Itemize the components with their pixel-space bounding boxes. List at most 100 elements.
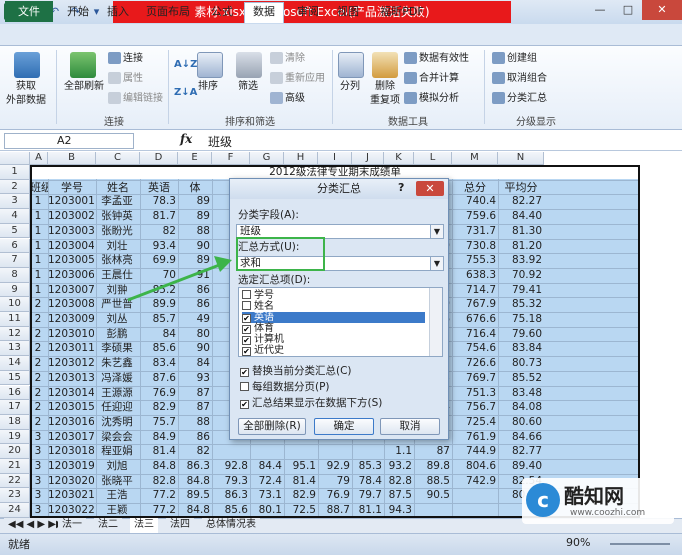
table-cell[interactable]: 78.3 xyxy=(140,195,176,208)
table-cell[interactable]: 82 xyxy=(178,445,210,458)
table-cell[interactable]: 85.6 xyxy=(212,504,248,517)
table-cell[interactable]: 80.1 xyxy=(250,504,282,517)
table-cell[interactable]: 94.3 xyxy=(384,504,412,517)
table-cell[interactable]: 82.8 xyxy=(140,475,176,488)
pagebreak-option[interactable]: 每组数据分页(P) xyxy=(240,381,330,394)
table-cell[interactable]: 82 xyxy=(140,225,176,238)
tab-insert[interactable]: 插入 xyxy=(102,3,134,22)
row-header[interactable]: 6 xyxy=(0,238,30,254)
table-cell[interactable]: 81.1 xyxy=(352,504,382,517)
table-cell[interactable]: 2 xyxy=(30,416,46,429)
table-cell[interactable]: 1203005 xyxy=(48,254,94,267)
table-cell[interactable]: 王颖 xyxy=(96,504,138,517)
row-header[interactable]: 9 xyxy=(0,282,30,298)
row-header[interactable]: 2 xyxy=(0,179,30,195)
table-cell[interactable]: 3 xyxy=(30,504,46,517)
table-cell[interactable]: 93.4 xyxy=(140,240,176,253)
row-header[interactable]: 15 xyxy=(0,370,30,386)
table-cell[interactable]: 王浩 xyxy=(96,489,138,502)
table-cell[interactable]: 77.2 xyxy=(140,489,176,502)
table-cell[interactable]: 84 xyxy=(140,328,176,341)
row-header[interactable]: 17 xyxy=(0,400,30,415)
table-cell[interactable]: 76.9 xyxy=(318,489,350,502)
table-cell[interactable]: 1203015 xyxy=(48,401,94,414)
table-cell[interactable]: 沈秀明 xyxy=(96,416,138,429)
table-cell[interactable]: 1203021 xyxy=(48,489,94,502)
table-cell[interactable]: 70 xyxy=(140,269,176,282)
column-header[interactable]: N xyxy=(498,152,544,165)
table-cell[interactable]: 任迎迎 xyxy=(96,401,138,414)
table-cell[interactable]: 刘翀 xyxy=(96,284,138,297)
table-cell[interactable]: 2 xyxy=(30,313,46,326)
table-cell[interactable]: 79.7 xyxy=(352,489,382,502)
sheet-tab-3[interactable]: 法三 xyxy=(130,518,158,533)
table-cell[interactable]: 82.77 xyxy=(498,445,542,458)
table-cell[interactable]: 86.3 xyxy=(212,489,248,502)
zoom-level[interactable]: 90% xyxy=(566,536,590,549)
sheet-tab-1[interactable]: 法一 xyxy=(58,518,86,533)
cancel-button[interactable]: 取消 xyxy=(380,418,440,435)
row-header[interactable]: 7 xyxy=(0,253,30,268)
replace-option[interactable]: ✔ 替换当前分类汇总(C) xyxy=(240,365,352,378)
table-cell[interactable]: 86.3 xyxy=(178,460,210,473)
text-to-columns-button[interactable]: 分列 xyxy=(340,80,360,94)
dialog-close-button[interactable]: ✕ xyxy=(416,181,444,196)
table-cell[interactable]: 程亚娟 xyxy=(96,445,138,458)
table-cell[interactable]: 756.7 xyxy=(452,401,496,414)
table-cell[interactable]: 81.7 xyxy=(140,210,176,223)
row-header[interactable]: 18 xyxy=(0,414,30,430)
list-item[interactable]: ✔ 近代史 xyxy=(242,345,284,356)
table-cell[interactable]: 2 xyxy=(30,342,46,355)
table-cell[interactable]: 88.5 xyxy=(414,475,450,488)
sort-az-icon[interactable]: A↓Z xyxy=(174,58,197,72)
table-cell[interactable]: 714.7 xyxy=(452,284,496,297)
table-cell[interactable]: 84.08 xyxy=(498,401,542,414)
table-cell[interactable]: 82.9 xyxy=(140,401,176,414)
table-cell[interactable]: 1203014 xyxy=(48,387,94,400)
table-cell[interactable]: 1203022 xyxy=(48,504,94,517)
table-cell[interactable]: 79.41 xyxy=(498,284,542,297)
table-cell[interactable]: 1203012 xyxy=(48,357,94,370)
column-header[interactable]: E xyxy=(178,152,212,165)
row-header[interactable]: 3 xyxy=(0,194,30,210)
table-cell[interactable]: 78.4 xyxy=(352,475,382,488)
table-cell[interactable]: 84.9 xyxy=(140,431,176,444)
table-cell[interactable]: 朱艺鑫 xyxy=(96,357,138,370)
column-header[interactable]: H xyxy=(284,152,318,165)
data-validation-button[interactable]: 数据有效性 xyxy=(404,52,469,66)
table-cell[interactable]: 1.1 xyxy=(384,445,412,458)
table-cell[interactable]: 82.9 xyxy=(284,489,316,502)
table-cell[interactable]: 1203016 xyxy=(48,416,94,429)
table-cell[interactable]: 严世普 xyxy=(96,298,138,311)
table-cell[interactable]: 49 xyxy=(178,313,210,326)
table-cell[interactable]: 90 xyxy=(178,240,210,253)
sort-za-icon[interactable]: Z↓A xyxy=(174,86,197,100)
table-cell[interactable]: 90.5 xyxy=(414,489,450,502)
table-cell[interactable]: 84.40 xyxy=(498,210,542,223)
table-cell[interactable]: 79 xyxy=(318,475,350,488)
table-cell[interactable]: 72.4 xyxy=(250,475,282,488)
table-cell[interactable]: 1 xyxy=(30,225,46,238)
table-cell[interactable]: 1203001 xyxy=(48,195,94,208)
zoom-slider[interactable] xyxy=(610,543,670,545)
table-cell[interactable]: 张林亮 xyxy=(96,254,138,267)
table-cell[interactable]: 1203006 xyxy=(48,269,94,282)
table-cell[interactable]: 冯泽媛 xyxy=(96,372,138,385)
table-cell[interactable]: 83.92 xyxy=(498,254,542,267)
table-cell[interactable]: 83.4 xyxy=(140,357,176,370)
table-cell[interactable]: 92.8 xyxy=(212,460,248,473)
refresh-all-button[interactable]: 全部刷新 xyxy=(64,80,104,94)
table-cell[interactable]: 84.4 xyxy=(250,460,282,473)
table-cell[interactable]: 1203009 xyxy=(48,313,94,326)
table-cell[interactable]: 726.6 xyxy=(452,357,496,370)
table-cell[interactable]: 1203007 xyxy=(48,284,94,297)
table-cell[interactable]: 85.2 xyxy=(140,284,176,297)
table-cell[interactable]: 755.3 xyxy=(452,254,496,267)
table-cell[interactable]: 1 xyxy=(30,195,46,208)
table-cell[interactable]: 89.8 xyxy=(414,460,450,473)
table-cell[interactable]: 81.30 xyxy=(498,225,542,238)
table-cell[interactable]: 83.84 xyxy=(498,342,542,355)
table-cell[interactable]: 804.6 xyxy=(452,460,496,473)
table-cell[interactable]: 88.7 xyxy=(318,504,350,517)
remove-duplicates-button[interactable]: 删除 重复项 xyxy=(370,80,400,108)
